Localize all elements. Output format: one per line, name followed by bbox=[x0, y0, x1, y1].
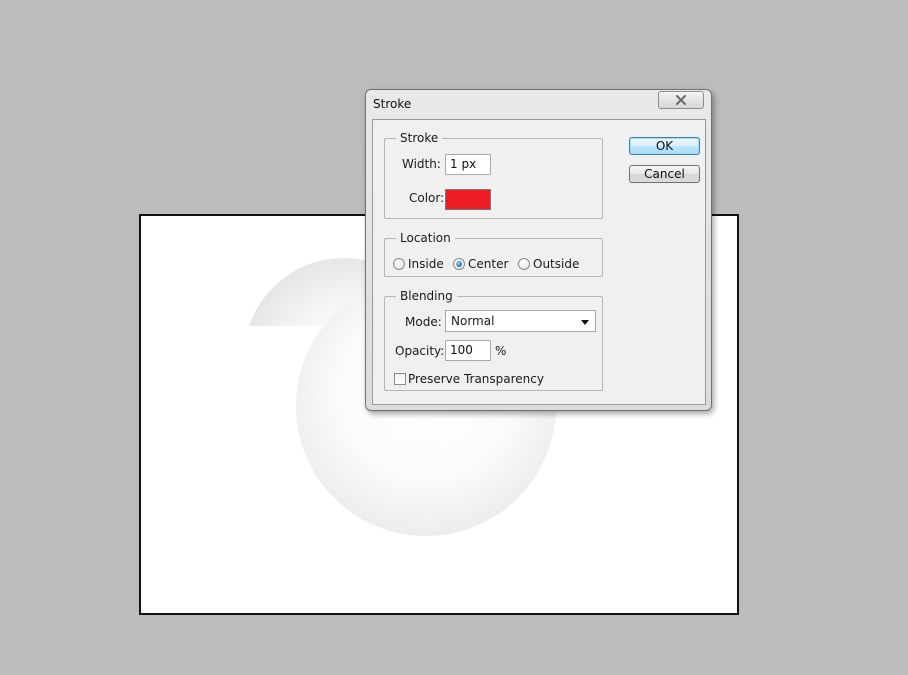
mode-select-value: Normal bbox=[451, 314, 495, 328]
cancel-button[interactable]: Cancel bbox=[629, 165, 700, 183]
location-group-title: Location bbox=[396, 230, 455, 246]
opacity-label: Opacity: bbox=[395, 344, 445, 358]
stroke-dialog: Stroke Stroke Width: 1 px Color: Locatio… bbox=[365, 89, 712, 411]
workspace: Stroke Stroke Width: 1 px Color: Locatio… bbox=[0, 0, 908, 675]
radio-center-label[interactable]: Center bbox=[468, 256, 508, 272]
ok-button[interactable]: OK bbox=[629, 137, 700, 155]
opacity-input[interactable]: 100 bbox=[445, 340, 491, 361]
dialog-title: Stroke bbox=[373, 97, 412, 111]
radio-outside[interactable] bbox=[518, 258, 530, 270]
preserve-transparency-label[interactable]: Preserve Transparency bbox=[408, 371, 544, 387]
opacity-unit: % bbox=[495, 344, 507, 358]
mode-label: Mode: bbox=[405, 315, 442, 329]
blending-group-title: Blending bbox=[396, 288, 457, 304]
radio-inside-label[interactable]: Inside bbox=[408, 256, 444, 272]
width-input[interactable]: 1 px bbox=[445, 154, 491, 175]
color-swatch[interactable] bbox=[445, 189, 491, 210]
dialog-titlebar[interactable]: Stroke bbox=[366, 90, 711, 118]
radio-inside[interactable] bbox=[393, 258, 405, 270]
mode-select[interactable]: Normal bbox=[445, 310, 596, 332]
radio-outside-label[interactable]: Outside bbox=[533, 256, 579, 272]
preserve-transparency-checkbox[interactable] bbox=[394, 373, 406, 385]
dialog-body: Stroke Width: 1 px Color: Location Insid… bbox=[372, 119, 706, 405]
close-x-icon bbox=[676, 95, 686, 105]
chevron-down-icon bbox=[581, 320, 589, 325]
radio-selected-dot bbox=[456, 261, 462, 267]
blending-group: Blending Mode: Normal Opacity: 100 % Pre… bbox=[384, 288, 603, 391]
color-label: Color: bbox=[409, 191, 445, 205]
stroke-group-title: Stroke bbox=[396, 130, 443, 146]
radio-center[interactable] bbox=[453, 258, 465, 270]
location-group: Location Inside Center Outside bbox=[384, 230, 603, 277]
close-button[interactable] bbox=[658, 91, 704, 109]
width-label: Width: bbox=[402, 157, 441, 171]
stroke-group: Stroke Width: 1 px Color: bbox=[384, 130, 603, 219]
